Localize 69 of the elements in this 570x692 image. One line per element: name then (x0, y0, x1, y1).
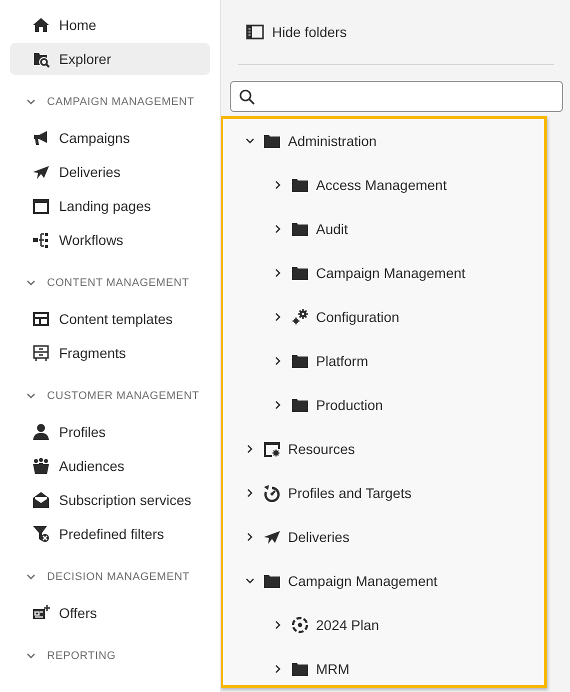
folder-icon (263, 572, 281, 590)
section-heading[interactable]: CUSTOMER MANAGEMENT (10, 371, 210, 414)
folder-icon (291, 660, 309, 678)
search-field[interactable] (230, 81, 563, 112)
resource-icon (263, 440, 281, 458)
nav-item[interactable]: Offers (10, 597, 210, 629)
tree-item[interactable]: Campaign Management (223, 251, 544, 295)
delivery-icon (32, 163, 50, 181)
tree-item[interactable]: Access Management (223, 163, 544, 207)
chevron-icon[interactable] (273, 180, 283, 190)
chevron-icon[interactable] (273, 620, 283, 630)
tree-item[interactable]: Deliveries (223, 515, 544, 559)
nav-item[interactable]: Home (10, 9, 210, 41)
panel-icon (246, 24, 264, 40)
subscription-icon (32, 491, 50, 509)
folder-icon (263, 132, 281, 150)
nav-item[interactable]: Fragments (10, 337, 210, 369)
nav-item[interactable]: Profiles (10, 416, 210, 448)
audience-icon (32, 457, 50, 475)
chevron-icon[interactable] (273, 664, 283, 674)
chevron-icon[interactable] (245, 444, 255, 454)
nav-item[interactable]: Audiences (10, 450, 210, 482)
chevron-icon[interactable] (273, 224, 283, 234)
folder-icon (291, 176, 309, 194)
nav-item[interactable]: Workflows (10, 224, 210, 256)
tree-item[interactable]: Administration (223, 119, 544, 163)
tree-item[interactable]: Resources (223, 427, 544, 471)
tree-item[interactable]: Audit (223, 207, 544, 251)
nav-item[interactable]: Campaigns (10, 122, 210, 154)
chevron-icon[interactable] (245, 136, 255, 146)
search-icon (239, 88, 255, 104)
nav-item[interactable]: Predefined filters (10, 518, 210, 550)
section-heading[interactable]: DECISION MANAGEMENT (10, 552, 210, 595)
chevron-icon[interactable] (245, 576, 255, 586)
nav-item[interactable]: Explorer (10, 43, 210, 75)
chevron-icon[interactable] (273, 356, 283, 366)
chevron-icon[interactable] (245, 488, 255, 498)
delivery-icon (263, 528, 281, 546)
tree-item[interactable]: Campaign Management (223, 559, 544, 603)
tree-item[interactable]: 2024 Plan (223, 603, 544, 647)
folder-icon (291, 264, 309, 282)
nav-item[interactable]: Content templates (10, 303, 210, 335)
folder-icon (291, 396, 309, 414)
folder-icon (291, 352, 309, 370)
profile-icon (32, 423, 50, 441)
chevron-icon[interactable] (273, 312, 283, 322)
nav-item[interactable]: Deliveries (10, 156, 210, 188)
section-heading[interactable]: REPORTING (10, 631, 210, 674)
hide-folders-button[interactable]: Hide folders (238, 16, 355, 48)
tree-item[interactable]: Profiles and Targets (223, 471, 544, 515)
folder-icon (291, 220, 309, 238)
fragment-icon (32, 344, 50, 362)
chevron-icon[interactable] (273, 268, 283, 278)
explorer-icon (32, 50, 50, 68)
workflow-icon (32, 231, 50, 249)
filter-icon (32, 525, 50, 543)
chevron-icon[interactable] (273, 400, 283, 410)
tree-item[interactable]: MRM (223, 647, 544, 685)
home-icon (32, 16, 50, 34)
section-heading[interactable]: CONTENT MANAGEMENT (10, 258, 210, 301)
nav-item[interactable]: Subscription services (10, 484, 210, 516)
settings-icon (291, 308, 309, 326)
nav-item[interactable]: Landing pages (10, 190, 210, 222)
tree-item[interactable]: Production (223, 383, 544, 427)
campaign-icon (32, 129, 50, 147)
tree-item[interactable]: Platform (223, 339, 544, 383)
tree-item[interactable]: Configuration (223, 295, 544, 339)
chevron-icon[interactable] (245, 532, 255, 542)
section-heading[interactable]: CAMPAIGN MANAGEMENT (10, 77, 210, 120)
